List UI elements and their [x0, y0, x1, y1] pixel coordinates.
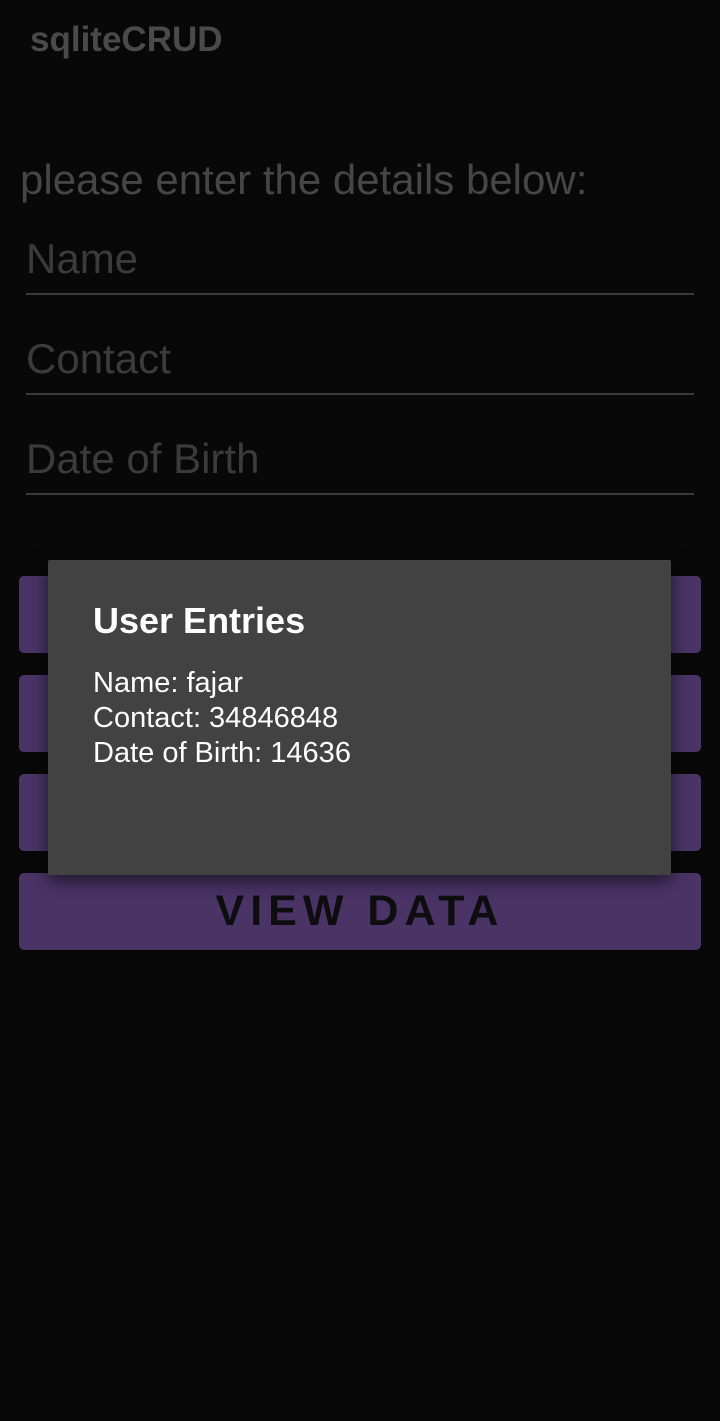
name-input[interactable]	[26, 225, 694, 293]
user-entries-dialog: User Entries Name: fajar Contact: 348468…	[48, 560, 671, 875]
contact-input[interactable]	[26, 325, 694, 393]
dialog-title: User Entries	[93, 600, 306, 641]
dialog-dob-line: Date of Birth: 14636	[93, 737, 351, 769]
dob-field[interactable]	[26, 425, 694, 495]
app-screen: sqliteCRUD please enter the details belo…	[0, 0, 720, 1421]
date-of-birth-input[interactable]	[26, 425, 694, 493]
view-data-button[interactable]: VIEW DATA	[19, 873, 701, 950]
dialog-name-line: Name: fajar	[93, 667, 243, 699]
dialog-contact-line: Contact: 34846848	[93, 702, 339, 734]
app-title: sqliteCRUD	[30, 20, 223, 59]
contact-field[interactable]	[26, 325, 694, 395]
name-field[interactable]	[26, 225, 694, 295]
form-prompt: please enter the details below:	[20, 156, 588, 203]
